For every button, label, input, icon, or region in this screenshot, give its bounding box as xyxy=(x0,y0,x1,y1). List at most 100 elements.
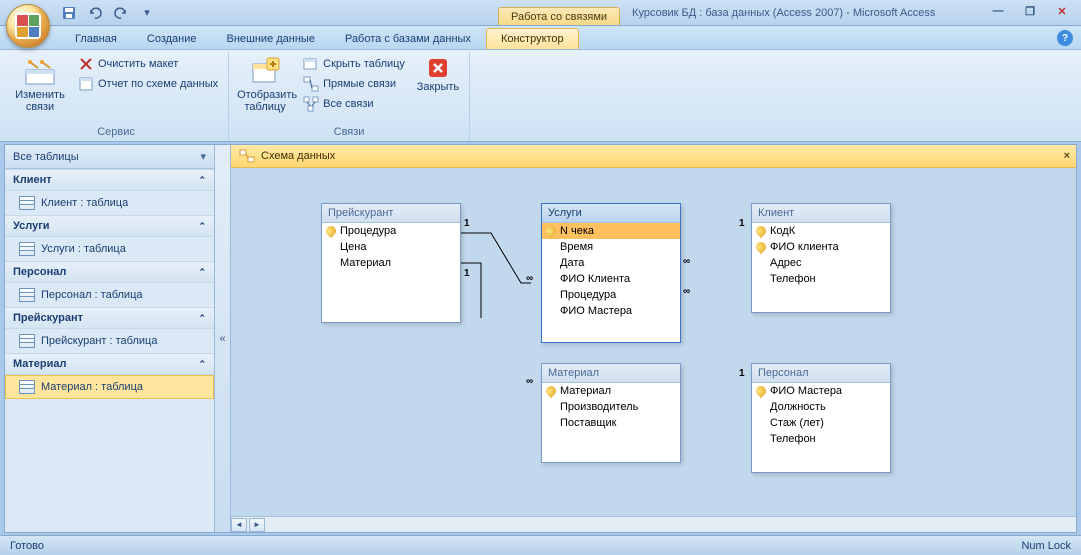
ribbon: Изменить связи Очистить макет Отчет по с… xyxy=(0,50,1081,142)
office-button[interactable] xyxy=(6,4,50,48)
context-tab-label: Работа со связями xyxy=(498,7,620,25)
entity-Прейскурант[interactable]: ПрейскурантПроцедураЦенаМатериал xyxy=(321,203,461,323)
edit-links-label: Изменить связи xyxy=(12,89,68,113)
table-icon xyxy=(19,380,35,394)
nav-item[interactable]: Услуги : таблица xyxy=(5,237,214,261)
help-button[interactable]: ? xyxy=(1057,30,1073,46)
entity-Услуги[interactable]: УслугиN чекаВремяДатаФИО КлиентаПроцедур… xyxy=(541,203,681,343)
nav-group-header[interactable]: Материал⌃ xyxy=(5,353,214,375)
entity-Клиент[interactable]: КлиентКодКФИО клиентаАдресТелефон xyxy=(751,203,891,313)
nav-group-header[interactable]: Персонал⌃ xyxy=(5,261,214,283)
nav-group-header[interactable]: Услуги⌃ xyxy=(5,215,214,237)
nav-header-label: Все таблицы xyxy=(13,151,79,163)
quick-access-toolbar: ▾ xyxy=(58,2,158,24)
entity-header[interactable]: Услуги xyxy=(542,204,680,223)
entity-Материал[interactable]: МатериалМатериалПроизводительПоставщик xyxy=(541,363,681,463)
table-icon xyxy=(19,334,35,348)
edit-links-button[interactable]: Изменить связи xyxy=(10,54,70,115)
nav-collapse-button[interactable]: « xyxy=(215,145,231,532)
entity-field[interactable]: Телефон xyxy=(752,431,890,447)
direct-links-button[interactable]: Прямые связи xyxy=(299,74,409,94)
entity-field[interactable]: Телефон xyxy=(752,271,890,287)
nav-item[interactable]: Персонал : таблица xyxy=(5,283,214,307)
status-numlock: Num Lock xyxy=(1021,540,1071,552)
close-relationships-button[interactable]: Закрыть xyxy=(413,54,463,95)
all-links-button[interactable]: Все связи xyxy=(299,94,409,114)
nav-header[interactable]: Все таблицы ▾ xyxy=(5,145,214,169)
schema-report-button[interactable]: Отчет по схеме данных xyxy=(74,74,222,94)
entity-field[interactable]: ФИО Мастера xyxy=(542,303,680,319)
entity-field[interactable]: Стаж (лет) xyxy=(752,415,890,431)
table-icon xyxy=(19,242,35,256)
document-tab[interactable]: Схема данных × xyxy=(231,145,1076,168)
entity-header[interactable]: Прейскурант xyxy=(322,204,460,223)
hide-table-label: Скрыть таблицу xyxy=(323,58,405,70)
document-area: Схема данных × 1∞ 1∞ ∞1 ∞1 ПрейскурантПр… xyxy=(231,145,1076,532)
hide-table-button[interactable]: Скрыть таблицу xyxy=(299,54,409,74)
entity-header[interactable]: Материал xyxy=(542,364,680,383)
nav-item[interactable]: Материал : таблица xyxy=(5,375,214,399)
table-icon xyxy=(19,196,35,210)
entity-field[interactable]: Адрес xyxy=(752,255,890,271)
save-icon[interactable] xyxy=(58,2,80,24)
collapse-icon: ⌃ xyxy=(198,267,206,278)
tab-home[interactable]: Главная xyxy=(60,28,132,49)
close-window-button[interactable]: ✕ xyxy=(1049,2,1075,20)
nav-group-header[interactable]: Клиент⌃ xyxy=(5,169,214,191)
entity-field[interactable]: Материал xyxy=(322,255,460,271)
schema-icon xyxy=(239,148,255,164)
entity-Персонал[interactable]: ПерсоналФИО МастераДолжностьСтаж (лет)Те… xyxy=(751,363,891,473)
entity-field[interactable]: Процедура xyxy=(322,223,460,239)
qat-dropdown-icon[interactable]: ▾ xyxy=(136,2,158,24)
nav-header-dropdown-icon[interactable]: ▾ xyxy=(200,150,206,163)
show-table-button[interactable]: Отобразить таблицу xyxy=(235,54,295,115)
status-bar: Готово Num Lock xyxy=(0,535,1081,555)
entity-field[interactable]: Должность xyxy=(752,399,890,415)
entity-field[interactable]: ФИО Клиента xyxy=(542,271,680,287)
minimize-button[interactable]: — xyxy=(985,2,1011,20)
tab-create[interactable]: Создание xyxy=(132,28,212,49)
ribbon-group-service: Изменить связи Очистить макет Отчет по с… xyxy=(4,52,229,141)
schema-report-label: Отчет по схеме данных xyxy=(98,78,218,90)
document-close-icon[interactable]: × xyxy=(1064,150,1070,162)
entity-field[interactable]: Цена xyxy=(322,239,460,255)
entity-field[interactable]: ФИО клиента xyxy=(752,239,890,255)
entity-header[interactable]: Клиент xyxy=(752,204,890,223)
workspace: Все таблицы ▾ Клиент⌃Клиент : таблицаУсл… xyxy=(4,144,1077,533)
redo-icon[interactable] xyxy=(110,2,132,24)
undo-icon[interactable] xyxy=(84,2,106,24)
clear-layout-label: Очистить макет xyxy=(98,58,178,70)
all-links-label: Все связи xyxy=(323,98,373,110)
entity-field[interactable]: Производитель xyxy=(542,399,680,415)
entity-header[interactable]: Персонал xyxy=(752,364,890,383)
entity-field[interactable]: Дата xyxy=(542,255,680,271)
collapse-icon: ⌃ xyxy=(198,359,206,370)
entity-field[interactable]: Время xyxy=(542,239,680,255)
entity-field[interactable]: N чека xyxy=(542,223,680,239)
restore-button[interactable]: ❐ xyxy=(1017,2,1043,20)
tab-designer[interactable]: Конструктор xyxy=(486,28,579,49)
entity-field[interactable]: Процедура xyxy=(542,287,680,303)
nav-item[interactable]: Клиент : таблица xyxy=(5,191,214,215)
tab-dbtools[interactable]: Работа с базами данных xyxy=(330,28,486,49)
nav-group-header[interactable]: Прейскурант⌃ xyxy=(5,307,214,329)
horizontal-scrollbar[interactable]: ◄ ► xyxy=(231,516,1076,532)
navigation-pane: Все таблицы ▾ Клиент⌃Клиент : таблицаУсл… xyxy=(5,145,215,532)
title-bar: ▾ Работа со связями Курсовик БД : база д… xyxy=(0,0,1081,26)
entity-field[interactable]: Материал xyxy=(542,383,680,399)
collapse-icon: ⌃ xyxy=(198,313,206,324)
scroll-left-button[interactable]: ◄ xyxy=(231,518,247,532)
group-service-label: Сервис xyxy=(10,124,222,141)
group-links-label: Связи xyxy=(235,124,463,141)
scroll-right-button[interactable]: ► xyxy=(249,518,265,532)
document-tab-label: Схема данных xyxy=(261,150,335,162)
entity-field[interactable]: Поставщик xyxy=(542,415,680,431)
entity-field[interactable]: ФИО Мастера xyxy=(752,383,890,399)
window-title: Курсовик БД : база данных (Access 2007) … xyxy=(632,7,935,19)
nav-item[interactable]: Прейскурант : таблица xyxy=(5,329,214,353)
clear-layout-button[interactable]: Очистить макет xyxy=(74,54,222,74)
tab-external[interactable]: Внешние данные xyxy=(212,28,330,49)
relationship-canvas[interactable]: 1∞ 1∞ ∞1 ∞1 ПрейскурантПроцедураЦенаМате… xyxy=(231,168,1076,516)
entity-field[interactable]: КодК xyxy=(752,223,890,239)
collapse-icon: ⌃ xyxy=(198,175,206,186)
